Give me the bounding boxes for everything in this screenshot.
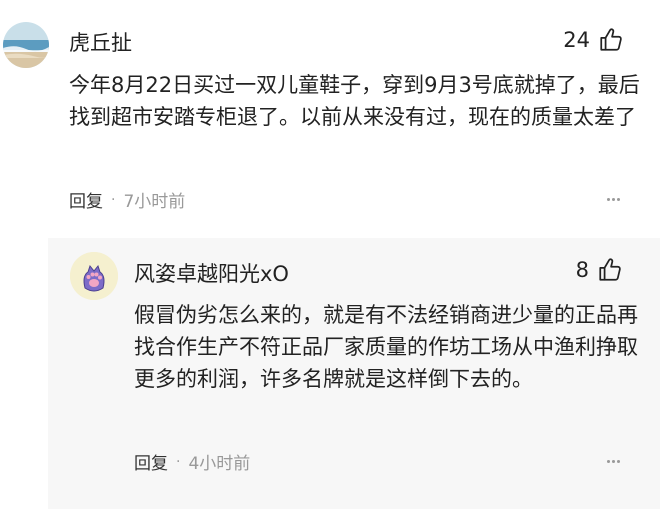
more-dots-icon[interactable] [607,198,620,201]
reply-meta: 回复 · 4小时前 [134,449,251,475]
like-count: 24 [563,28,590,52]
like-button[interactable]: 24 [563,27,624,53]
reply-button[interactable]: 回复 [134,449,168,474]
comment-meta: 回复 · 7小时前 [69,187,186,213]
thumbs-up-icon [599,258,621,281]
meta-separator: · [111,191,116,208]
user-avatar[interactable] [3,22,49,68]
comment: 虎丘扯 24 今年8月22日买过一双儿童鞋子，穿到9月3号底就掉了，最后找到超市… [0,0,660,230]
reply-button[interactable]: 回复 [69,187,103,212]
comment-username[interactable]: 虎丘扯 [69,27,132,57]
reply-time: 4小时前 [188,454,251,474]
thumbs-up-icon [600,28,622,51]
meta-separator: · [176,453,181,470]
comment-text: 今年8月22日买过一双儿童鞋子，穿到9月3号底就掉了，最后找到超市安踏专柜退了。… [69,73,640,129]
cat-paw-avatar-icon [70,252,118,300]
like-button[interactable]: 8 [576,257,623,283]
beach-avatar-icon [3,22,49,68]
comment-time: 7小时前 [123,192,186,212]
user-avatar[interactable] [70,252,118,300]
reply-thread: 风姿卓越阳光xO 8 假冒伪劣怎么来的，就是有不法经销商进少量的正品再找合作生产… [48,238,660,509]
more-dots-icon[interactable] [607,460,620,463]
reply-text: 假冒伪劣怎么来的，就是有不法经销商进少量的正品再找合作生产不符正品厂家质量的作坊… [134,303,638,391]
reply-username[interactable]: 风姿卓越阳光xO [134,258,289,288]
like-count: 8 [575,258,589,282]
